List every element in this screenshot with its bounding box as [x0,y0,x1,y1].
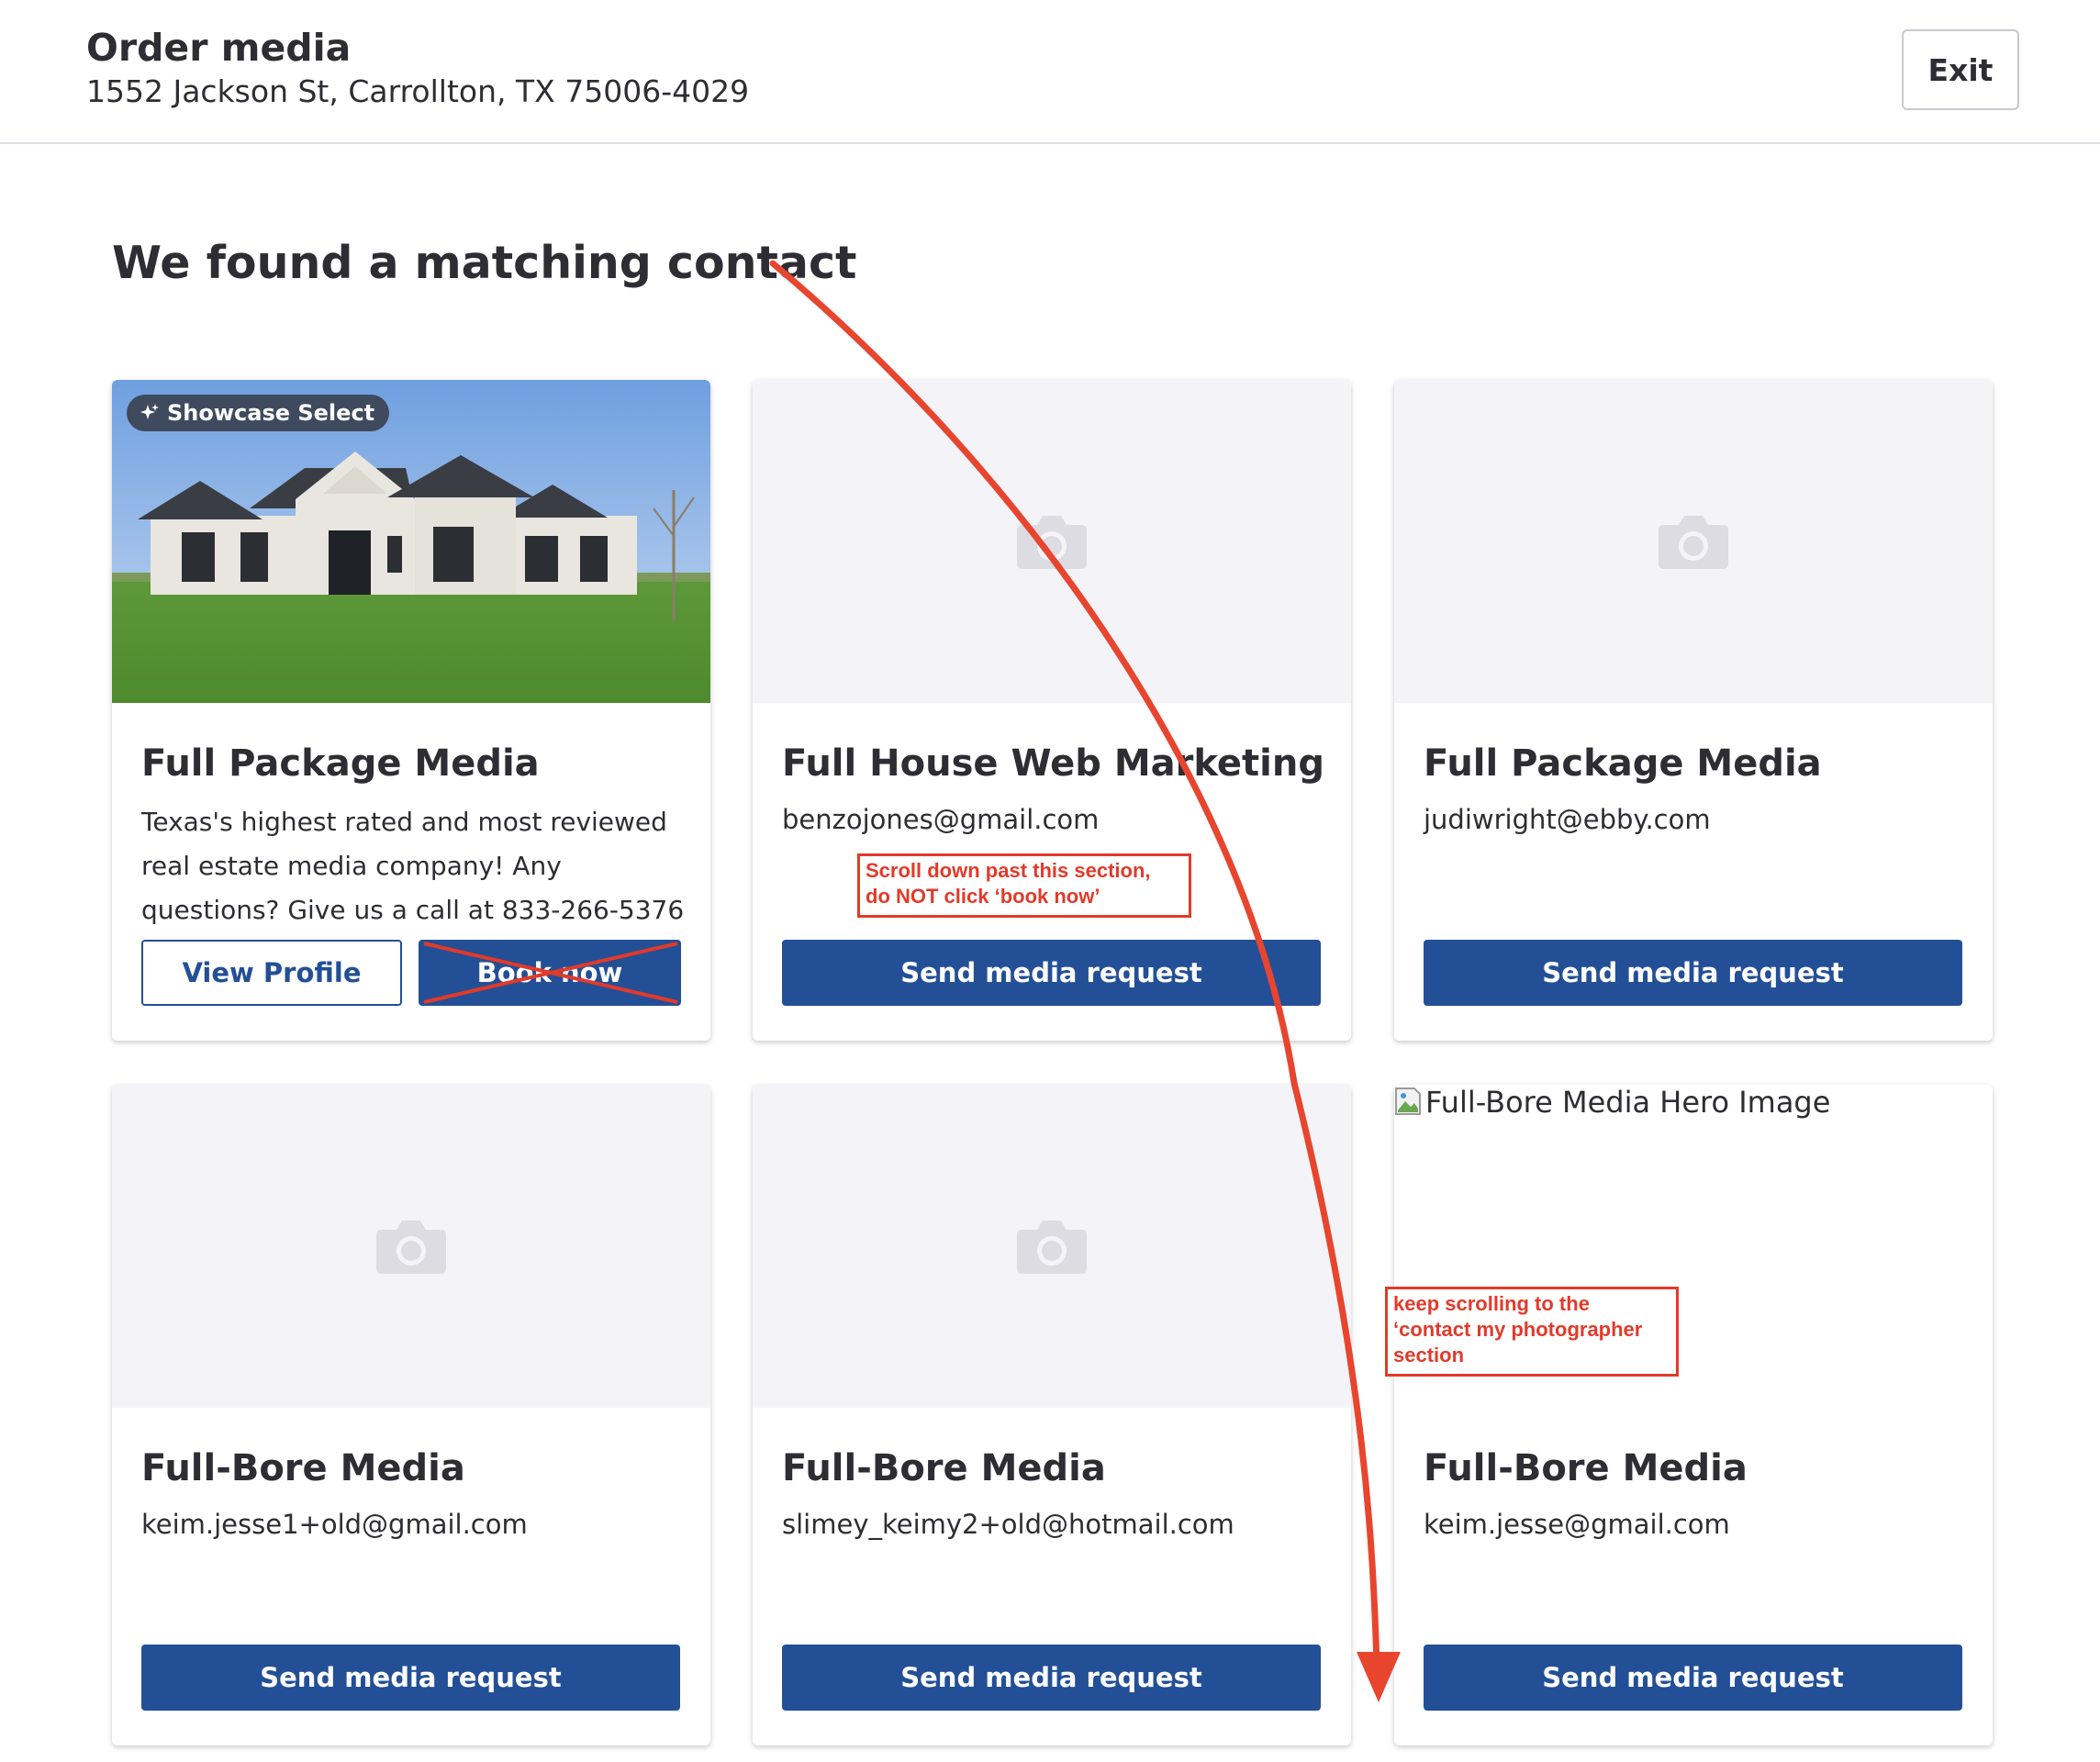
image-alt-text: Full-Bore Media Hero Image [1425,1085,1831,1120]
page-title: Order media [86,26,352,70]
matching-contact-heading: We found a matching contact [112,237,857,289]
badge-label: Showcase Select [167,400,375,426]
sparkle-icon [140,404,159,419]
camera-icon [1017,1221,1087,1274]
card-title: Full Package Media [141,742,540,785]
broken-image: Full-Bore Media Hero Image [1394,1085,1830,1120]
annotation-line: section [1393,1344,1465,1366]
placeholder-image [112,1085,710,1408]
annotation-note-scroll-past: Scroll down past this section, do NOT cl… [857,853,1191,918]
card-title: Full Package Media [1424,742,1822,785]
book-now-button[interactable]: Book now [419,940,681,1006]
camera-icon [1659,516,1728,569]
house-hero-image: Showcase Select [112,380,710,703]
card-email: slimey_keimy2+old@hotmail.com [782,1509,1234,1540]
annotation-note-keep-scrolling: keep scrolling to the ‘contact my photog… [1385,1287,1679,1377]
placeholder-image [1394,380,1993,703]
showcase-select-badge: Showcase Select [127,395,390,431]
page-header: Order media 1552 Jackson St, Carrollton,… [0,0,2100,144]
card-title: Full-Bore Media [141,1447,465,1489]
contact-card: Full-Bore Media keim.jesse1+old@gmail.co… [112,1085,710,1745]
contact-card: Full Package Media judiwright@ebby.com S… [1394,380,1993,1041]
contact-card: Full House Web Marketing benzojones@gmai… [753,380,1351,1041]
annotation-line: keep scrolling to the [1393,1292,1590,1315]
contact-card: Showcase Select Full Package Media Texas… [112,380,710,1041]
card-title: Full-Bore Media [782,1447,1106,1489]
card-email: benzojones@gmail.com [782,804,1100,835]
camera-icon [1017,516,1087,569]
annotation-line: ‘contact my photographer [1393,1318,1643,1341]
card-title: Full-Bore Media [1424,1447,1748,1489]
send-media-request-button[interactable]: Send media request [1424,1645,1962,1711]
send-media-request-button[interactable]: Send media request [782,940,1321,1006]
placeholder-image [753,380,1351,703]
property-address: 1552 Jackson St, Carrollton, TX 75006-40… [86,73,750,109]
annotation-line: Scroll down past this section, [866,859,1151,882]
broken-image-icon [1395,1087,1421,1115]
contact-card: Full-Bore Media slimey_keimy2+old@hotmai… [753,1085,1351,1745]
annotation-line: do NOT click ‘book now’ [866,885,1100,908]
card-title: Full House Web Marketing [782,742,1324,785]
view-profile-button[interactable]: View Profile [141,940,402,1006]
card-email: judiwright@ebby.com [1424,804,1711,835]
card-email: keim.jesse@gmail.com [1424,1509,1730,1540]
card-description: Texas's highest rated and most reviewed … [141,807,685,925]
send-media-request-button[interactable]: Send media request [141,1645,680,1711]
order-media-page: Order media 1552 Jackson St, Carrollton,… [0,0,2100,1762]
send-media-request-button[interactable]: Send media request [782,1645,1321,1711]
card-email: keim.jesse1+old@gmail.com [141,1509,528,1540]
placeholder-image [753,1085,1351,1408]
send-media-request-button[interactable]: Send media request [1424,940,1962,1006]
camera-icon [376,1221,446,1274]
contact-card: Full-Bore Media Hero Image Full-Bore Med… [1394,1085,1993,1745]
exit-button[interactable]: Exit [1902,29,2019,110]
